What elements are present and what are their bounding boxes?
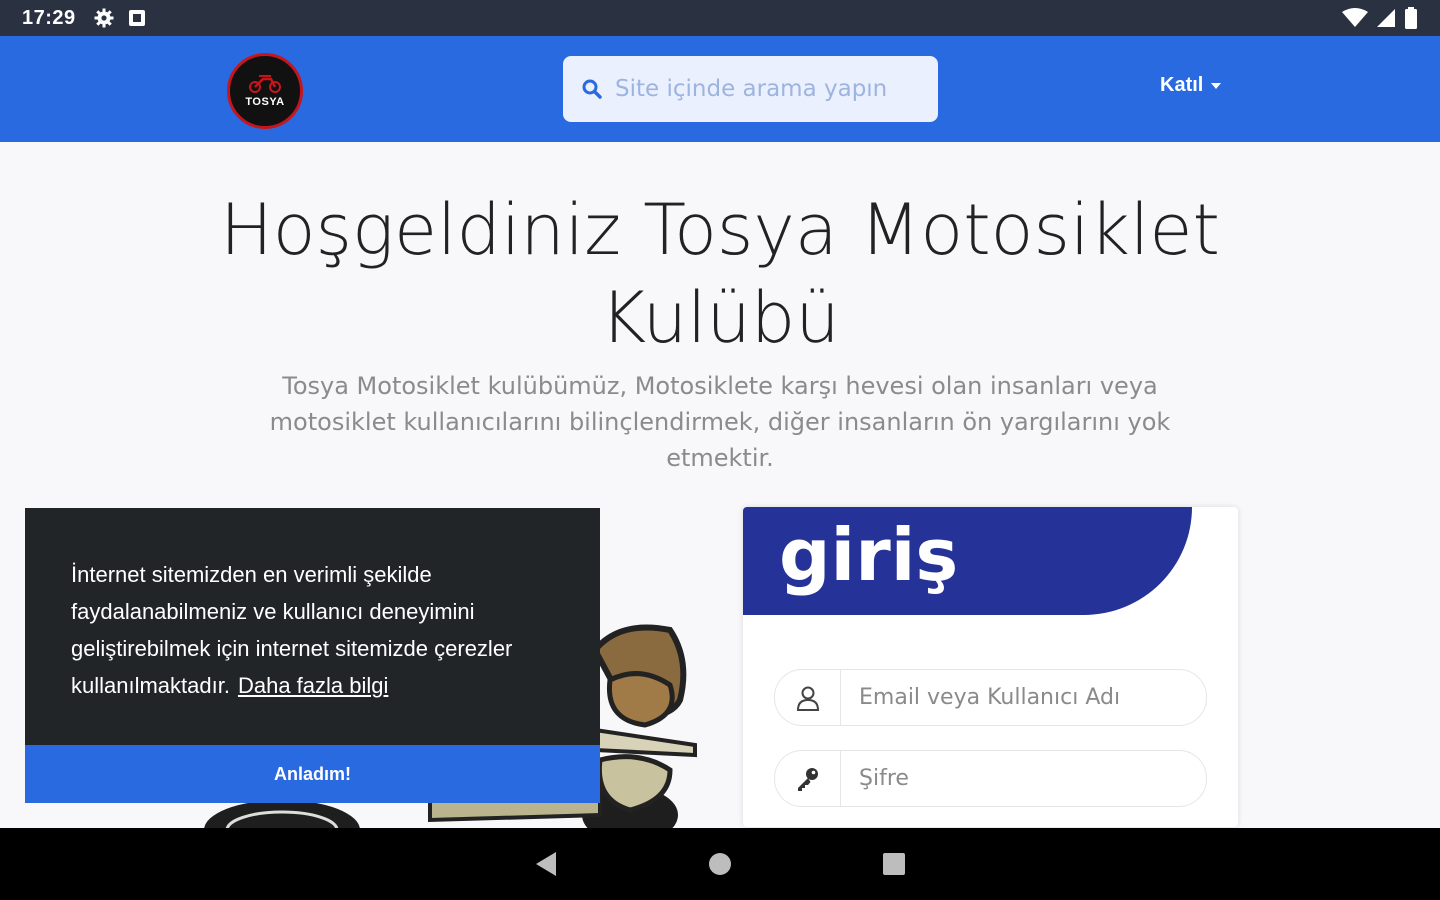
cookie-more-info-link[interactable]: Daha fazla bilgi — [238, 673, 388, 698]
battery-icon — [1405, 7, 1417, 29]
login-title: giriş — [779, 513, 959, 597]
recents-icon[interactable] — [882, 852, 906, 876]
page-title: Hoşgeldiniz Tosya Motosiklet Kulübü — [220, 189, 1220, 359]
android-navigation-bar — [0, 828, 1440, 900]
password-field[interactable] — [774, 750, 1207, 807]
status-bar: 17:29 — [0, 0, 1440, 36]
login-banner: giriş — [743, 507, 1192, 615]
logo-text: TOSYA — [245, 96, 285, 108]
signal-icon — [1377, 9, 1395, 27]
wifi-icon — [1342, 8, 1368, 27]
motorcycle-logo-icon — [249, 75, 281, 93]
user-icon-box — [775, 670, 841, 725]
password-input[interactable] — [859, 766, 1189, 791]
back-icon[interactable] — [534, 851, 558, 877]
key-icon — [797, 767, 818, 791]
login-card: giriş — [743, 507, 1238, 827]
search-input[interactable] — [615, 76, 915, 102]
join-dropdown[interactable]: Katıl — [1160, 74, 1222, 97]
username-input[interactable] — [859, 685, 1189, 710]
user-icon — [796, 686, 819, 711]
app-notification-icon — [128, 10, 145, 26]
cookie-text: İnternet sitemizden en verimli şekilde f… — [71, 556, 541, 704]
status-time: 17:29 — [22, 6, 76, 29]
username-field[interactable] — [774, 669, 1207, 726]
key-icon-box — [775, 751, 841, 806]
cookie-banner: İnternet sitemizden en verimli şekilde f… — [25, 508, 600, 803]
search-icon — [582, 79, 602, 99]
hero-description: Tosya Motosiklet kulübümüz, Motosiklete … — [269, 372, 1171, 472]
site-logo[interactable]: TOSYA — [227, 53, 303, 129]
join-label: Katıl — [1160, 74, 1204, 96]
home-icon[interactable] — [708, 852, 732, 876]
search-box[interactable] — [563, 56, 938, 122]
chevron-down-icon — [1211, 82, 1222, 89]
cookie-accept-button[interactable]: Anladım! — [25, 745, 600, 803]
gear-icon — [94, 8, 114, 28]
